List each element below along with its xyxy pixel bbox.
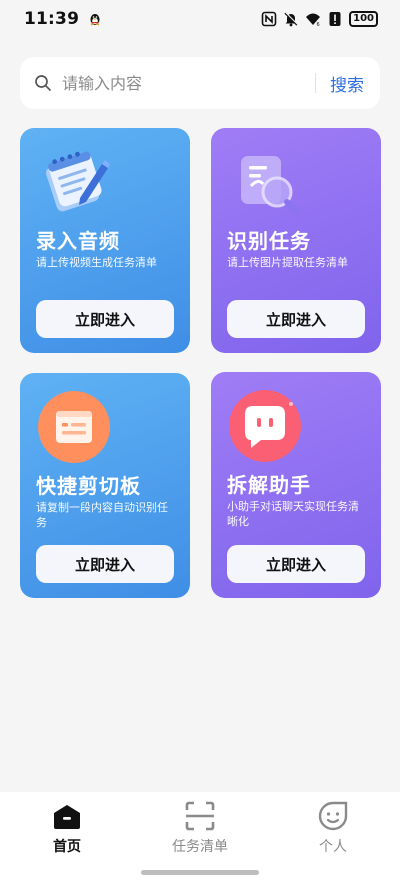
bottom-nav: 首页 任务清单 个人 — [0, 792, 400, 882]
clipboard-icon — [38, 391, 110, 463]
nav-item-home[interactable]: 首页 — [12, 800, 122, 856]
nav-item-profile[interactable]: 个人 — [278, 800, 388, 856]
nav-label: 首页 — [53, 839, 81, 855]
search-button[interactable]: 搜索 — [330, 71, 364, 96]
card-breakdown-assistant[interactable]: 拆解助手 小助手对话聊天实现任务清晰化 立即进入 — [211, 372, 381, 598]
enter-button[interactable]: 立即进入 — [227, 300, 365, 338]
enter-button[interactable]: 立即进入 — [36, 545, 174, 583]
nfc-icon — [261, 11, 277, 27]
magnifier-document-icon — [241, 156, 300, 215]
nav-item-tasks[interactable]: 任务清单 — [145, 800, 255, 856]
status-right: 6 100 — [261, 11, 378, 27]
nav-label: 个人 — [319, 839, 347, 855]
status-time: 11:39 — [24, 9, 80, 29]
card-quick-clipboard[interactable]: 快捷剪切板 请复制一段内容自动识别任务 立即进入 — [20, 373, 190, 598]
card-description: 请复制一段内容自动识别任务 — [36, 501, 168, 529]
penguin-notification-icon — [90, 14, 100, 26]
search-input[interactable] — [62, 73, 307, 93]
card-title: 快捷剪切板 — [36, 474, 141, 498]
card-description: 请上传视频生成任务清单 — [36, 256, 157, 269]
alert-icon — [329, 12, 341, 26]
card-description: 小助手对话聊天实现任务清晰化 — [227, 500, 359, 528]
card-title: 识别任务 — [227, 229, 311, 253]
status-left: 11:39 — [24, 9, 103, 29]
card-record-audio[interactable]: 录入音频 请上传视频生成任务清单 立即进入 — [20, 128, 190, 353]
notepad-pen-icon — [46, 151, 110, 212]
card-description: 请上传图片提取任务清单 — [227, 256, 348, 269]
search-icon — [35, 75, 51, 91]
scan-icon — [185, 801, 215, 831]
chat-bubble-icon — [229, 390, 301, 462]
search-divider — [315, 73, 316, 93]
card-title: 拆解助手 — [227, 473, 311, 497]
mute-icon — [284, 12, 299, 27]
nav-label: 任务清单 — [172, 839, 228, 855]
card-recognize-tasks[interactable]: 识别任务 请上传图片提取任务清单 立即进入 — [211, 128, 381, 353]
enter-button[interactable]: 立即进入 — [227, 545, 365, 583]
enter-button[interactable]: 立即进入 — [36, 300, 174, 338]
wifi-icon: 6 — [306, 13, 321, 27]
home-indicator[interactable] — [141, 870, 259, 875]
battery-icon: 100 — [349, 11, 378, 27]
profile-face-icon — [318, 801, 348, 831]
svg-text:6: 6 — [317, 22, 320, 27]
home-icon — [54, 805, 80, 829]
card-title: 录入音频 — [36, 229, 120, 253]
status-bar: 11:39 6 100 — [0, 0, 400, 38]
search-bar: 搜索 — [20, 57, 380, 109]
